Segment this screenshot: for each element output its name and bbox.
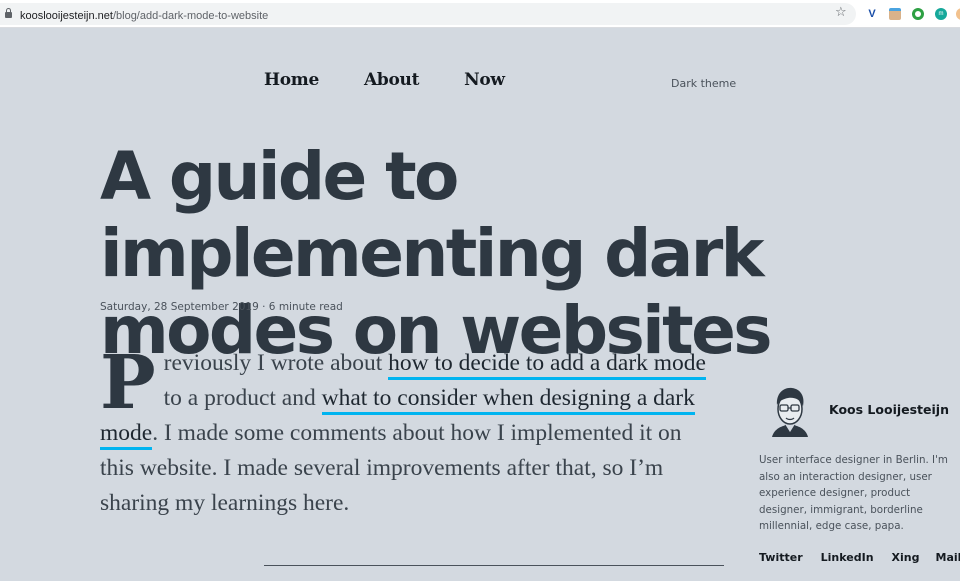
bookmark-star-icon[interactable]: ☆ [835,6,847,20]
article-meta: Saturday, 28 September 2019 · 6 minute r… [100,301,343,313]
drop-cap: P [100,340,156,426]
url-text[interactable]: kooslooijesteijn.net/blog/add-dark-mode-… [20,10,268,22]
vimeo-like-v-icon[interactable]: V [866,8,878,20]
author-bio: User interface designer in Berlin. I'm a… [759,454,948,533]
browser-toolbar: kooslooijesteijn.net/blog/add-dark-mode-… [0,0,960,28]
address-bar[interactable]: kooslooijesteijn.net/blog/add-dark-mode-… [0,3,856,25]
author-avatar-icon [772,387,808,437]
mail-link[interactable]: Mail [936,551,960,564]
dark-theme-toggle[interactable]: Dark theme [671,77,736,90]
url-host: kooslooijesteijn.net [20,10,113,22]
social-links: Twitter LinkedIn Xing Mail [759,551,960,564]
teal-m-extension-icon[interactable]: m [935,8,947,20]
author-name: Koos Looijesteijn [829,402,949,417]
lock-icon[interactable] [5,8,12,18]
main-nav: Home About Now [264,70,505,90]
intro-text-2: to a product and [163,385,322,411]
link-decide-dark-mode[interactable]: how to decide to add a dark mode [388,350,706,380]
xing-link[interactable]: Xing [892,551,920,564]
green-circle-extension-icon[interactable] [912,8,924,20]
url-path: /blog/add-dark-mode-to-website [112,10,269,22]
twitter-link[interactable]: Twitter [759,551,803,564]
article-intro: Previously I wrote about how to decide t… [100,346,720,521]
linkedin-link[interactable]: LinkedIn [821,551,874,564]
article-title: A guide to implementing dark modes on we… [100,138,773,369]
nav-about[interactable]: About [364,70,419,90]
divider [264,565,724,566]
nav-home[interactable]: Home [264,70,319,90]
nav-now[interactable]: Now [464,70,505,90]
intro-text-3: . I made some comments about how I imple… [100,420,682,516]
partial-extension-icon[interactable] [956,8,960,20]
face-extension-icon[interactable] [889,8,901,20]
intro-text-1: reviously I wrote about [163,350,389,376]
